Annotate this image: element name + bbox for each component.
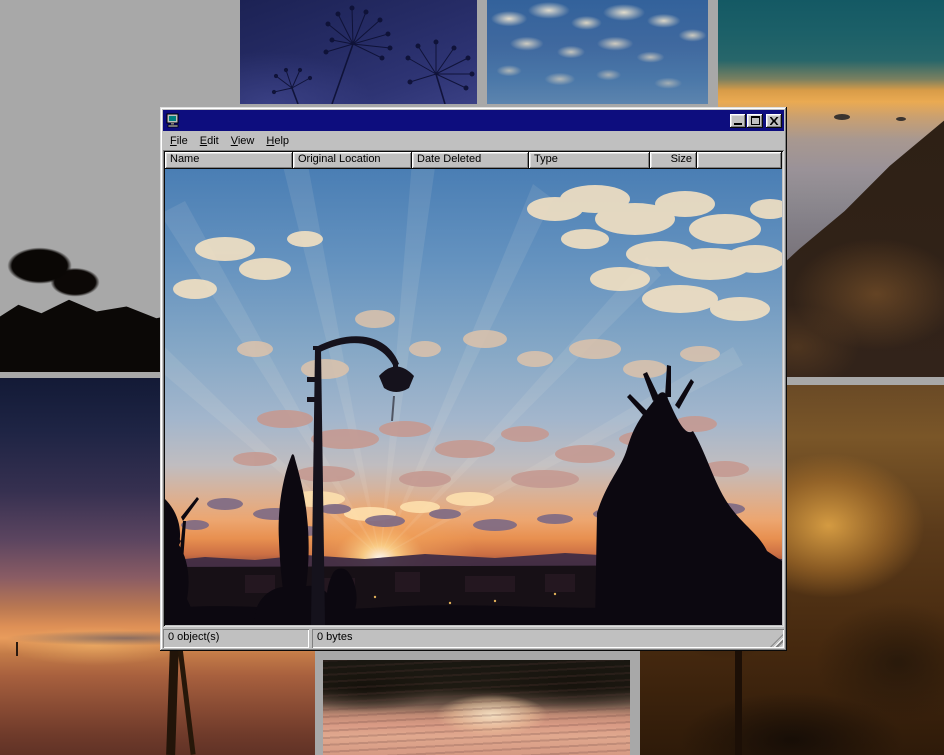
close-icon xyxy=(770,117,779,125)
column-header-date-deleted[interactable]: Date Deleted xyxy=(412,152,529,169)
title-bar[interactable] xyxy=(163,110,784,131)
column-header-original-location[interactable]: Original Location xyxy=(293,152,412,169)
menu-help[interactable]: Help xyxy=(260,133,295,149)
tree-silhouette xyxy=(6,236,102,302)
lamp-pole-blurred xyxy=(735,648,742,755)
desktop: { "colors": { "titlebar": "#0d0d7e", "ch… xyxy=(0,0,944,755)
maximize-icon xyxy=(751,116,760,125)
status-object-count: 0 object(s) xyxy=(163,629,309,648)
background-photo-dried-flowers xyxy=(240,0,477,104)
column-header-name[interactable]: Name xyxy=(165,152,293,169)
file-list-view[interactable]: Name Original Location Date Deleted Type… xyxy=(163,150,784,627)
column-header-blank[interactable] xyxy=(697,152,782,169)
status-bar: 0 object(s) 0 bytes xyxy=(163,629,784,648)
minimize-button[interactable] xyxy=(730,114,746,128)
water-pole xyxy=(166,648,179,755)
background-photo-cloud-sky xyxy=(487,0,708,104)
water-stick xyxy=(16,642,18,656)
background-photo-pink-reflections xyxy=(323,660,630,755)
close-button[interactable] xyxy=(766,114,782,128)
column-header-size[interactable]: Size xyxy=(650,152,697,169)
resize-grip[interactable] xyxy=(770,634,783,647)
maximize-button[interactable] xyxy=(747,114,763,128)
menu-view[interactable]: View xyxy=(225,133,261,149)
listview-photo-background xyxy=(165,169,782,625)
column-header-type[interactable]: Type xyxy=(529,152,650,169)
computer-icon xyxy=(165,113,181,129)
island-silhouette xyxy=(896,117,906,121)
island-silhouette xyxy=(834,114,850,120)
status-total-size: 0 bytes xyxy=(312,629,784,648)
water-pole xyxy=(177,646,195,755)
minimize-icon xyxy=(734,123,742,125)
dried-flower-silhouette-graphic xyxy=(240,0,477,104)
menu-file[interactable]: File xyxy=(164,133,194,149)
menu-edit[interactable]: Edit xyxy=(194,133,225,149)
recycle-bin-window: File Edit View Help Name Original Locati… xyxy=(160,107,787,651)
column-header-row: Name Original Location Date Deleted Type… xyxy=(165,152,782,169)
menu-bar: File Edit View Help xyxy=(163,132,784,150)
